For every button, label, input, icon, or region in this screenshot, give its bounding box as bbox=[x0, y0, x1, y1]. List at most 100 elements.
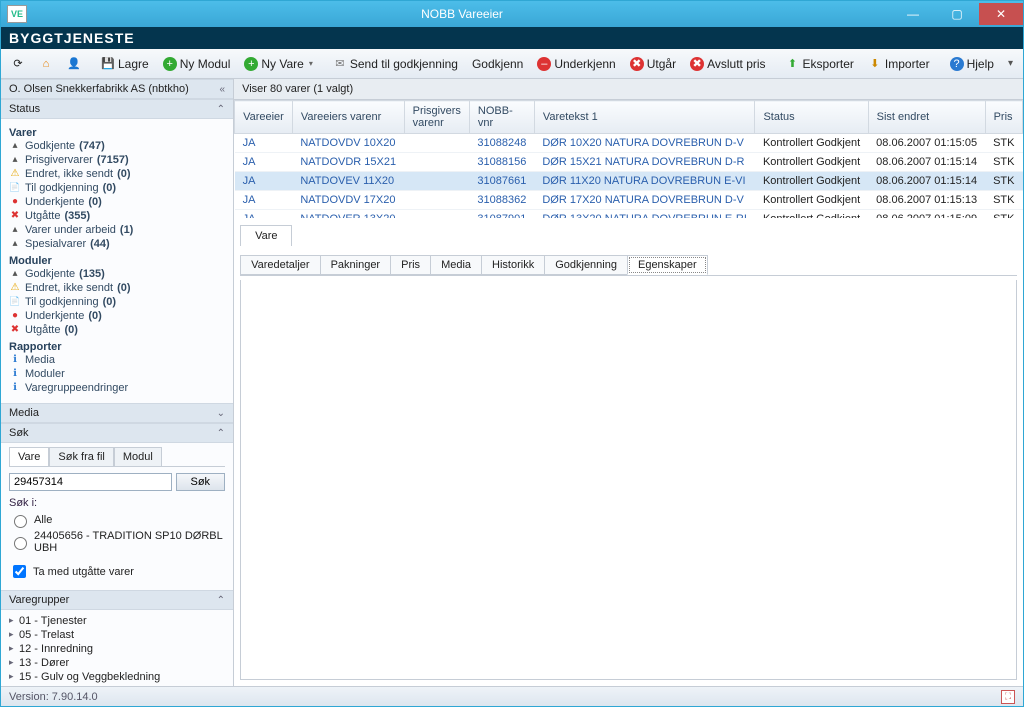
grid-column-header[interactable]: Varetekst 1 bbox=[534, 101, 755, 134]
user-icon: 👤 bbox=[67, 57, 81, 71]
search-input[interactable] bbox=[9, 473, 172, 491]
search-scope-label: Søk i: bbox=[9, 497, 225, 509]
table-cell: 08.06.2007 01:15:09 bbox=[868, 210, 985, 219]
search-tab[interactable]: Søk fra fil bbox=[49, 447, 113, 466]
search-tab[interactable]: Modul bbox=[114, 447, 162, 466]
sidebar-item-label: Spesialvarer bbox=[25, 238, 86, 250]
detail-tab[interactable]: Godkjenning bbox=[544, 255, 628, 275]
sidebar-varer-item[interactable]: Underkjente (0) bbox=[9, 195, 225, 209]
grid-table[interactable]: VareeierVareeiers varenrPrisgivers varen… bbox=[234, 100, 1023, 218]
toolbar-home-button[interactable]: ⌂ bbox=[33, 54, 59, 74]
detail-tab[interactable]: Pakninger bbox=[320, 255, 392, 275]
table-cell: 31088248 bbox=[469, 134, 534, 153]
detail-tab[interactable]: Egenskaper bbox=[627, 255, 708, 275]
brand-bar: BYGGTJENESTE bbox=[1, 27, 1023, 49]
sidebar-varer-item[interactable]: Varer under arbeid (1) bbox=[9, 223, 225, 237]
sidebar-varer-item[interactable]: Endret, ikke sendt (0) bbox=[9, 167, 225, 181]
vare-tab[interactable]: Vare bbox=[240, 225, 292, 246]
sidebar-item-label: Media bbox=[25, 354, 55, 366]
sidebar-varegrupper-header[interactable]: Varegrupper⌃ bbox=[1, 590, 233, 610]
toolbar-overflow-button[interactable]: ▾ bbox=[1002, 58, 1019, 69]
table-cell bbox=[404, 172, 469, 191]
toolbar-importer-button[interactable]: ⬇Importer bbox=[862, 54, 936, 74]
toolbar-avslutt-pris-button[interactable]: ✖Avslutt pris bbox=[684, 54, 771, 74]
window-close-button[interactable]: ✕ bbox=[979, 3, 1023, 25]
table-row[interactable]: JANATDOVER 13X2031087901DØR 13X20 NATURA… bbox=[235, 210, 1023, 219]
app-icon: VE bbox=[7, 5, 27, 23]
table-row[interactable]: JANATDOVDV 10X2031088248DØR 10X20 NATURA… bbox=[235, 134, 1023, 153]
search-button[interactable]: Søk bbox=[176, 473, 226, 491]
sidebar-item-label: Underkjente bbox=[25, 310, 84, 322]
sidebar-sok-header[interactable]: Søk⌃ bbox=[1, 423, 233, 443]
sidebar-varer-item[interactable]: Godkjente (747) bbox=[9, 139, 225, 153]
toolbar-refresh-button[interactable]: ⟳ bbox=[5, 54, 31, 74]
sidebar-varer-item[interactable]: Utgåtte (355) bbox=[9, 209, 225, 223]
window-maximize-button[interactable]: ▢ bbox=[935, 3, 979, 25]
table-cell: STK bbox=[985, 153, 1022, 172]
table-cell bbox=[404, 210, 469, 219]
table-row[interactable]: JANATDOVEV 11X2031087661DØR 11X20 NATURA… bbox=[235, 172, 1023, 191]
search-radio-alle[interactable]: Alle bbox=[9, 511, 225, 529]
table-row[interactable]: JANATDOVDV 17X2031088362DØR 17X20 NATURA… bbox=[235, 191, 1023, 210]
varegruppe-tree-item[interactable]: 12 - Innredning bbox=[9, 642, 225, 656]
grid-column-header[interactable]: Prisgivers varenr bbox=[404, 101, 469, 134]
sidebar-moduler-item[interactable]: Godkjente (135) bbox=[9, 267, 225, 281]
sidebar-moduler-header: Moduler bbox=[9, 255, 225, 267]
save-icon: 💾 bbox=[101, 57, 115, 71]
sidebar-item-count: (0) bbox=[88, 196, 101, 208]
toolbar-utgar-button[interactable]: ✖Utgår bbox=[624, 54, 682, 74]
table-row[interactable]: JANATDOVDR 15X2131088156DØR 15X21 NATURA… bbox=[235, 153, 1023, 172]
detail-tab[interactable]: Varedetaljer bbox=[240, 255, 321, 275]
varegruppe-tree-item[interactable]: 15 - Gulv og Veggbekledning bbox=[9, 670, 225, 684]
table-cell: 08.06.2007 01:15:13 bbox=[868, 191, 985, 210]
varegruppe-tree-item[interactable]: 05 - Trelast bbox=[9, 628, 225, 642]
fullscreen-icon[interactable]: ⛶ bbox=[1001, 690, 1015, 704]
toolbar-send-godkjenning-button[interactable]: ✉Send til godkjenning bbox=[327, 54, 464, 74]
sidebar-item-count: (135) bbox=[79, 268, 105, 280]
grid-column-header[interactable]: Vareeiers varenr bbox=[292, 101, 404, 134]
sidebar-moduler-item[interactable]: Til godkjenning (0) bbox=[9, 295, 225, 309]
toolbar-underkjenn-button[interactable]: –Underkjenn bbox=[531, 54, 621, 74]
varegruppe-tree-item[interactable]: 13 - Dører bbox=[9, 656, 225, 670]
sidebar-rapporter-item[interactable]: Moduler bbox=[9, 367, 225, 381]
search-tab[interactable]: Vare bbox=[9, 447, 49, 466]
toolbar-lagre-button[interactable]: 💾Lagre bbox=[95, 54, 155, 74]
sidebar-rapporter-item[interactable]: Media bbox=[9, 353, 225, 367]
toolbar-user-button[interactable]: 👤 bbox=[61, 54, 87, 74]
chevron-down-icon: ⌄ bbox=[217, 408, 225, 419]
grid-column-header[interactable]: Vareeier bbox=[235, 101, 293, 134]
search-include-expired-checkbox[interactable]: Ta med utgåtte varer bbox=[9, 561, 225, 582]
sidebar-moduler-item[interactable]: Utgåtte (0) bbox=[9, 323, 225, 337]
status-icon bbox=[9, 210, 21, 222]
sidebar-media-header[interactable]: Media⌄ bbox=[1, 403, 233, 423]
status-icon bbox=[9, 268, 21, 280]
grid-column-header[interactable]: Pris bbox=[985, 101, 1022, 134]
sidebar-moduler-item[interactable]: Endret, ikke sendt (0) bbox=[9, 281, 225, 295]
sidebar-varer-item[interactable]: Spesialvarer (44) bbox=[9, 237, 225, 251]
toolbar-eksporter-button[interactable]: ⬆Eksporter bbox=[780, 54, 860, 74]
toolbar-ny-modul-button[interactable]: +Ny Modul bbox=[157, 54, 237, 74]
grid-column-header[interactable]: NOBB-vnr bbox=[469, 101, 534, 134]
toolbar-ny-vare-button[interactable]: +Ny Vare▾ bbox=[238, 54, 318, 74]
sidebar-rapporter-item[interactable]: Varegruppeendringer bbox=[9, 381, 225, 395]
sidebar-company[interactable]: O. Olsen Snekkerfabrikk AS (nbtkho)« bbox=[1, 79, 233, 99]
window-minimize-button[interactable]: — bbox=[891, 3, 935, 25]
grid-column-header[interactable]: Sist endret bbox=[868, 101, 985, 134]
grid-column-header[interactable]: Status bbox=[755, 101, 868, 134]
table-cell: Kontrollert Godkjent bbox=[755, 191, 868, 210]
varegruppe-tree-item[interactable]: 01 - Tjenester bbox=[9, 614, 225, 628]
toolbar-godkjenn-button[interactable]: Godkjenn bbox=[466, 54, 529, 74]
table-cell: STK bbox=[985, 191, 1022, 210]
sidebar-moduler-item[interactable]: Underkjente (0) bbox=[9, 309, 225, 323]
toolbar-hjelp-button[interactable]: ?Hjelp bbox=[944, 54, 1000, 74]
table-cell: Kontrollert Godkjent bbox=[755, 172, 868, 191]
detail-tab[interactable]: Pris bbox=[390, 255, 431, 275]
sidebar-item-label: Utgåtte bbox=[25, 210, 60, 222]
sidebar-status-header[interactable]: Status⌃ bbox=[1, 99, 233, 119]
sidebar-varer-item[interactable]: Til godkjenning (0) bbox=[9, 181, 225, 195]
detail-tab[interactable]: Historikk bbox=[481, 255, 545, 275]
detail-tab[interactable]: Media bbox=[430, 255, 482, 275]
sidebar-varer-item[interactable]: Prisgivervarer (7157) bbox=[9, 153, 225, 167]
search-radio-modul[interactable]: 24405656 - TRADITION SP10 DØRBL UBH bbox=[9, 529, 225, 555]
titlebar: VE NOBB Vareeier — ▢ ✕ bbox=[1, 1, 1023, 27]
